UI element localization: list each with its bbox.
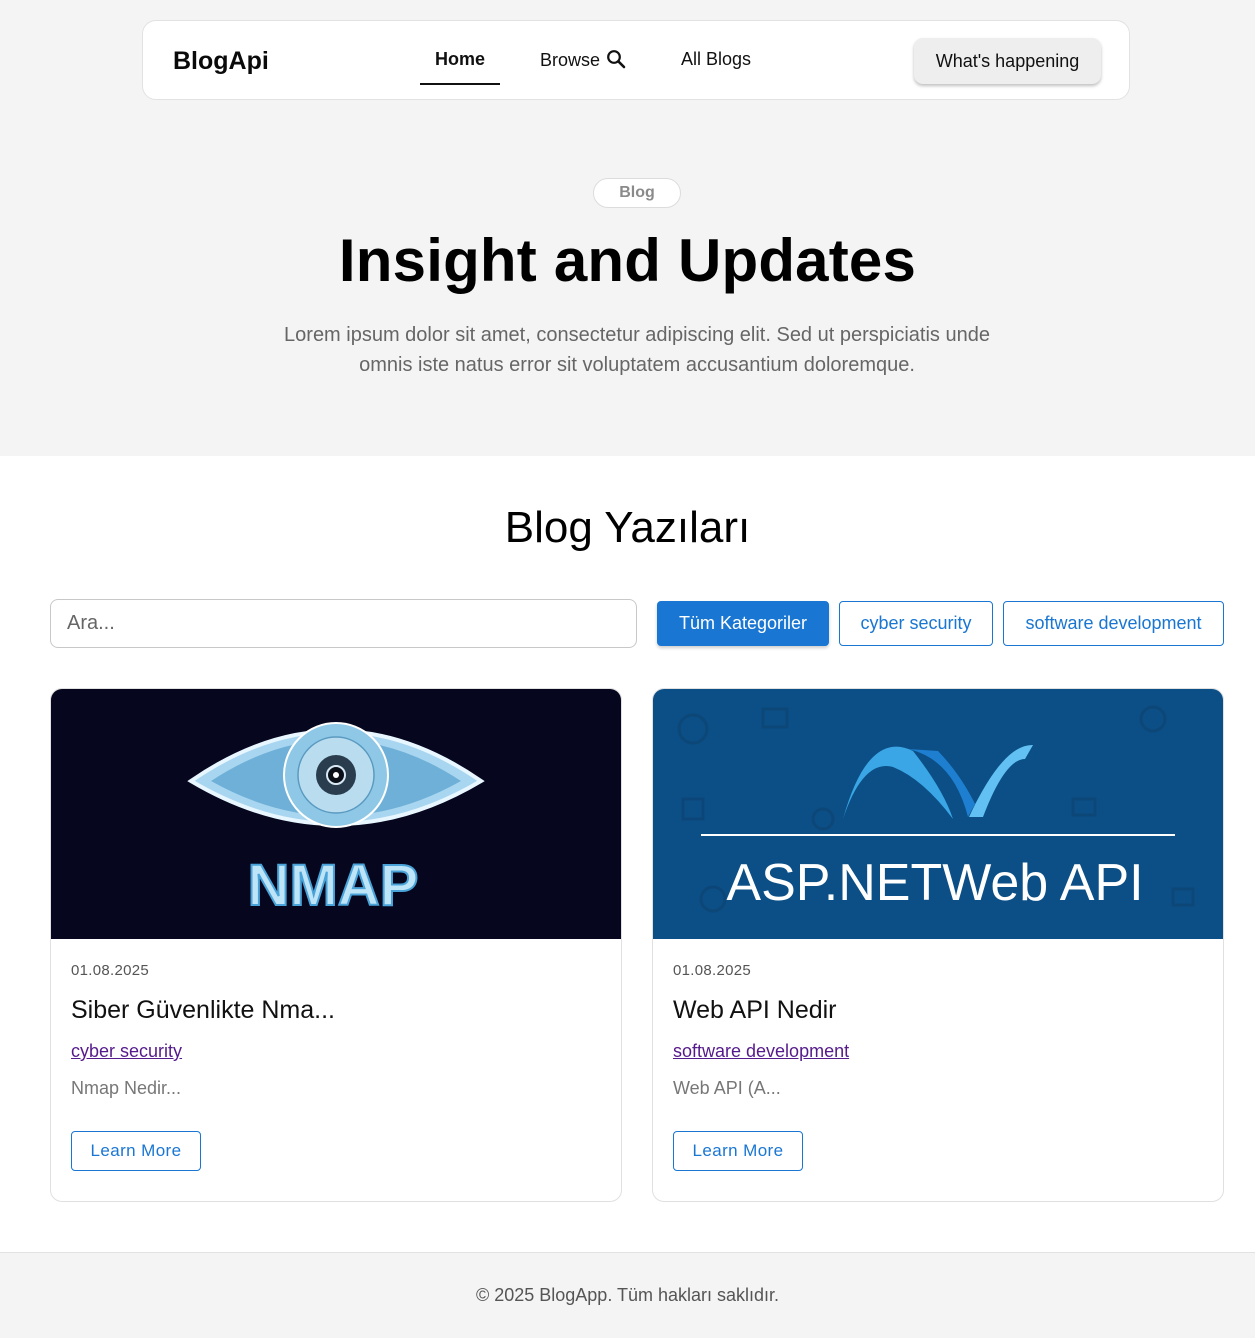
section-title: Blog Yazıları — [504, 503, 751, 552]
post-date: 01.08.2025 — [71, 962, 150, 979]
post-category-link[interactable]: software development — [673, 1041, 849, 1062]
aspnet-cover-image: ASP.NETWeb API — [653, 689, 1223, 939]
footer: © 2025 BlogApp. Tüm hakları saklıdır. — [0, 1252, 1255, 1338]
nav-browse-label: Browse — [540, 50, 601, 70]
blog-card: ASP.NETWeb API 01.08.2025 Web API Nedir … — [652, 688, 1224, 1202]
hero-subtitle: Lorem ipsum dolor sit amet, consectetur … — [284, 324, 990, 376]
post-date: 01.08.2025 — [673, 962, 752, 979]
active-tab-underline — [420, 83, 500, 85]
nmap-cover-image: NMAP — [51, 689, 621, 939]
post-title: Web API Nedir — [673, 996, 837, 1024]
learn-more-button[interactable]: Learn More — [71, 1131, 201, 1171]
nav-browse-link[interactable]: Browse — [540, 49, 626, 74]
nmap-logo-text: NMAP — [248, 853, 419, 918]
search-input[interactable] — [50, 599, 637, 648]
top-navbar: BlogApi Home Browse All Blogs What's hap… — [142, 20, 1130, 100]
whats-happening-button[interactable]: What's happening — [914, 38, 1101, 84]
post-title: Siber Güvenlikte Nma... — [71, 996, 335, 1024]
blog-card: NMAP 01.08.2025 Siber Güvenlikte Nma... … — [50, 688, 622, 1202]
nav-all-blogs-link[interactable]: All Blogs — [681, 49, 751, 70]
nav-home-link[interactable]: Home — [435, 49, 485, 70]
hero-title: Insight and Updates — [338, 227, 917, 294]
search-icon — [606, 49, 626, 74]
category-all-button[interactable]: Tüm Kategoriler — [657, 601, 829, 646]
category-cyber-security-button[interactable]: cyber security — [839, 601, 993, 646]
brand-logo[interactable]: BlogApi — [173, 47, 269, 76]
category-software-development-button[interactable]: software development — [1003, 601, 1224, 646]
post-excerpt: Nmap Nedir... — [71, 1078, 182, 1098]
post-excerpt: Web API (A... — [673, 1078, 781, 1098]
footer-copyright: © 2025 BlogApp. Tüm hakları saklıdır. — [475, 1285, 780, 1305]
hero-badge: Blog — [593, 178, 681, 208]
aspnet-logo-text: ASP.NETWeb API — [726, 854, 1143, 912]
learn-more-button[interactable]: Learn More — [673, 1131, 803, 1171]
post-category-link[interactable]: cyber security — [71, 1041, 182, 1062]
